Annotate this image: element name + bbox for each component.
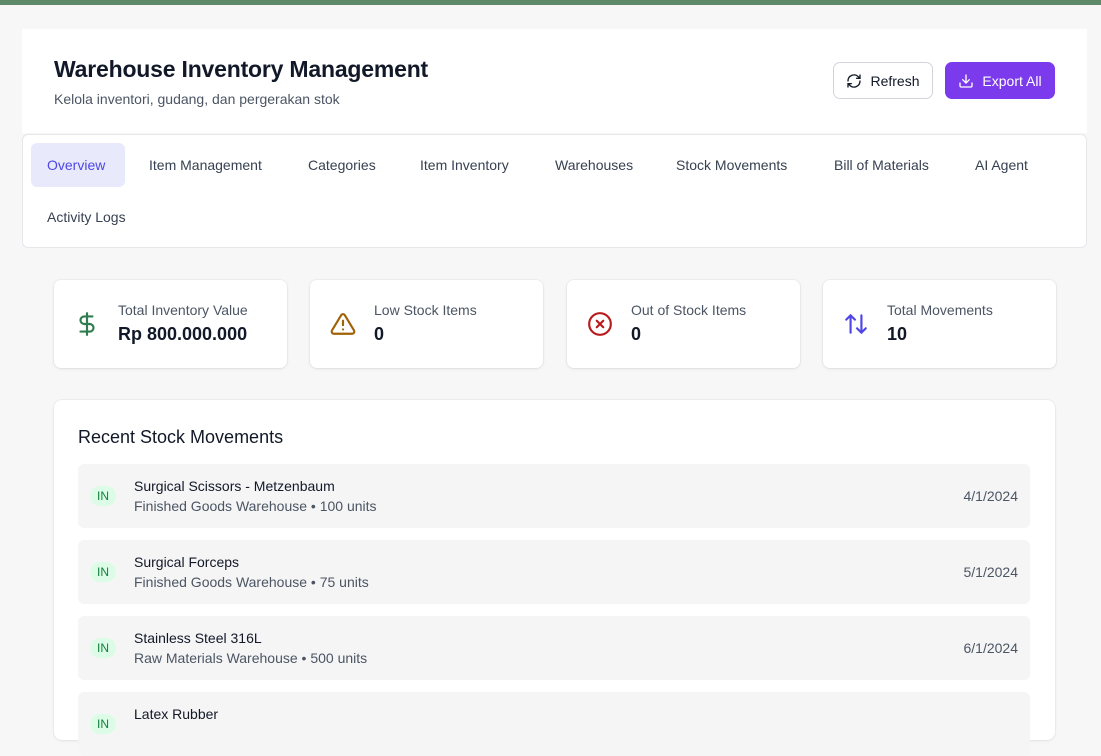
movement-type-badge: IN bbox=[90, 562, 116, 582]
movement-type-badge: IN bbox=[90, 486, 116, 506]
export-all-button[interactable]: Export All bbox=[945, 62, 1055, 99]
export-all-button-label: Export All bbox=[982, 72, 1042, 89]
movement-item-name: Surgical Scissors - Metzenbaum bbox=[134, 478, 335, 494]
x-circle-icon bbox=[588, 312, 612, 336]
stat-label: Total Movements bbox=[887, 302, 993, 318]
download-icon bbox=[959, 73, 974, 88]
tab-bar: Overview Item Management Categories Item… bbox=[22, 134, 1087, 248]
tab-stock-movements[interactable]: Stock Movements bbox=[660, 143, 803, 187]
tab-ai-agent[interactable]: AI Agent bbox=[959, 143, 1044, 187]
movement-item-name: Latex Rubber bbox=[134, 706, 219, 722]
tab-overview[interactable]: Overview bbox=[31, 143, 125, 187]
movement-type-badge: IN bbox=[90, 714, 116, 734]
recent-stock-movements-panel: Recent Stock Movements IN Surgical Sciss… bbox=[54, 400, 1055, 756]
list-item[interactable]: IN Latex Rubber bbox=[78, 692, 1030, 756]
movement-details: Finished Goods Warehouse • 100 units bbox=[134, 498, 377, 514]
tab-item-management[interactable]: Item Management bbox=[133, 143, 278, 187]
page-header: Warehouse Inventory Management Kelola in… bbox=[22, 29, 1087, 133]
tab-bill-of-materials[interactable]: Bill of Materials bbox=[818, 143, 945, 187]
tab-item-inventory[interactable]: Item Inventory bbox=[404, 143, 525, 187]
tab-warehouses[interactable]: Warehouses bbox=[539, 143, 649, 187]
stat-value: 0 bbox=[374, 324, 385, 344]
movement-type-badge: IN bbox=[90, 638, 116, 658]
list-item[interactable]: IN Surgical Forceps Finished Goods Wareh… bbox=[78, 540, 1030, 604]
list-item[interactable]: IN Stainless Steel 316L Raw Materials Wa… bbox=[78, 616, 1030, 680]
movement-item-name: Stainless Steel 316L bbox=[134, 630, 262, 646]
panel-title: Recent Stock Movements bbox=[78, 427, 284, 447]
stat-card-low-stock-items: Low Stock Items 0 bbox=[310, 280, 543, 368]
refresh-icon bbox=[847, 73, 862, 88]
tab-activity-logs[interactable]: Activity Logs bbox=[31, 195, 142, 239]
arrows-updown-icon bbox=[845, 314, 867, 334]
dollar-icon bbox=[79, 312, 95, 336]
movement-details: Raw Materials Warehouse • 500 units bbox=[134, 650, 368, 666]
stat-value: 0 bbox=[631, 324, 642, 344]
page-subtitle: Kelola inventori, gudang, dan pergerakan… bbox=[54, 91, 340, 107]
stat-card-total-movements: Total Movements 10 bbox=[823, 280, 1056, 368]
movement-item-name: Surgical Forceps bbox=[134, 554, 240, 570]
stat-label: Out of Stock Items bbox=[631, 302, 747, 318]
movement-details: Finished Goods Warehouse • 75 units bbox=[134, 574, 369, 590]
warning-icon bbox=[330, 313, 356, 335]
tab-categories[interactable]: Categories bbox=[292, 143, 392, 187]
movement-date: 4/1/2024 bbox=[963, 488, 1019, 504]
list-item[interactable]: IN Surgical Scissors - Metzenbaum Finish… bbox=[78, 464, 1030, 528]
stat-value: Rp 800.000.000 bbox=[118, 324, 248, 344]
stat-value: 10 bbox=[887, 324, 908, 344]
refresh-button[interactable]: Refresh bbox=[833, 62, 933, 99]
movement-date: 6/1/2024 bbox=[963, 640, 1019, 656]
stat-label: Low Stock Items bbox=[374, 302, 477, 318]
stat-card-out-of-stock-items: Out of Stock Items 0 bbox=[567, 280, 800, 368]
stat-label: Total Inventory Value bbox=[118, 302, 248, 318]
top-accent-bar bbox=[0, 0, 1101, 5]
movement-date: 5/1/2024 bbox=[963, 564, 1019, 580]
stat-card-total-inventory-value: Total Inventory Value Rp 800.000.000 bbox=[54, 280, 287, 368]
refresh-button-label: Refresh bbox=[870, 72, 920, 89]
page-title: Warehouse Inventory Management bbox=[54, 56, 429, 82]
